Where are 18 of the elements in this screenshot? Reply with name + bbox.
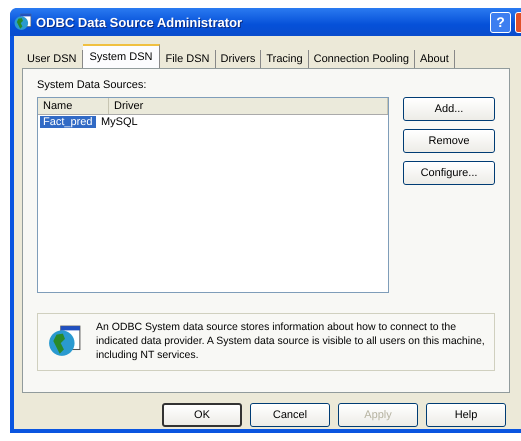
column-header[interactable]: Driver bbox=[109, 98, 388, 114]
help-button[interactable]: ? bbox=[490, 12, 511, 32]
dialog-button[interactable]: Help bbox=[426, 403, 506, 427]
dialog-button[interactable]: Cancel bbox=[250, 403, 330, 427]
data-source-list[interactable]: Name Driver Fact_pred MySQL bbox=[37, 97, 389, 293]
dialog-button[interactable]: OK bbox=[162, 403, 242, 427]
side-button[interactable]: Add... bbox=[403, 97, 495, 121]
side-button[interactable]: Configure... bbox=[403, 161, 495, 185]
column-header[interactable]: Name bbox=[38, 98, 109, 114]
app-icon bbox=[14, 13, 32, 31]
window-title: ODBC Data Source Administrator bbox=[36, 14, 244, 30]
side-button[interactable]: Remove bbox=[403, 129, 495, 153]
list-cell[interactable]: Fact_pred bbox=[40, 116, 96, 128]
list-label: System Data Sources: bbox=[37, 79, 148, 91]
tab[interactable]: System DSN bbox=[82, 44, 160, 69]
info-text: An ODBC System data source stores information about how to connect to the indicated data provider. A System data source is visible to all users on this machine, including NT services. bbox=[96, 320, 486, 362]
list-cell[interactable]: MySQL bbox=[98, 116, 141, 128]
globe-icon bbox=[48, 324, 82, 358]
